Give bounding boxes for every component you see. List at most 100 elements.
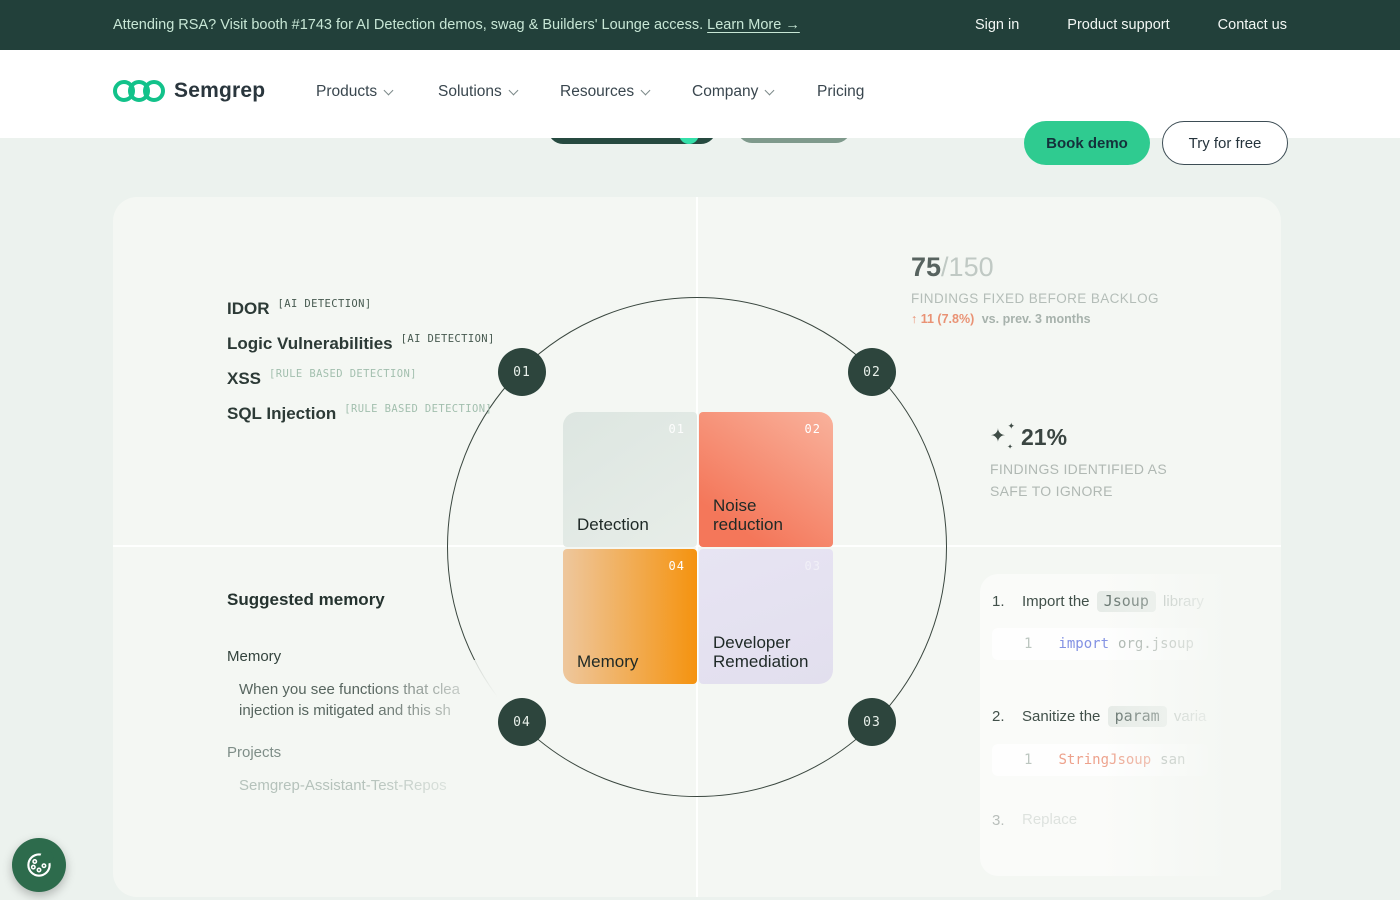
- step-number: 1.: [992, 593, 1005, 610]
- quadrant-label: Noise reduction: [713, 496, 818, 535]
- nav-item-resources[interactable]: Resources: [560, 83, 649, 101]
- quadrant-label: Detection: [577, 515, 649, 535]
- detection-tag: [RULE BASED DETECTION]: [344, 403, 492, 415]
- step-text: Import the: [1022, 593, 1090, 610]
- stat-value: 75: [911, 252, 941, 282]
- vulnerability-name: SQL Injection: [227, 404, 336, 424]
- logo-ring-icon: [143, 80, 165, 102]
- vulnerability-name: IDOR: [227, 299, 270, 319]
- step-text-faded: varia: [1174, 708, 1207, 725]
- vulnerability-row: Logic Vulnerabilities [AI DETECTION]: [227, 334, 495, 369]
- code-keyword: import: [1058, 636, 1109, 652]
- chevron-down-icon: [508, 85, 518, 95]
- stat-label: FINDINGS FIXED BEFORE BACKLOG: [911, 291, 1159, 306]
- quadrant-label: Memory: [577, 652, 638, 672]
- stat-total: /150: [941, 252, 994, 282]
- nav-item-label: Products: [316, 83, 377, 101]
- quadrant-memory: 04 Memory: [563, 549, 697, 684]
- sign-in-link[interactable]: Sign in: [975, 17, 1019, 33]
- code-line-number: 1: [1024, 752, 1032, 768]
- detection-tag: [AI DETECTION]: [401, 333, 495, 345]
- stat-value-row: 75/150: [911, 252, 1159, 283]
- main-nav: Semgrep Products Solutions Resources Com…: [0, 50, 1400, 138]
- nav-item-label: Solutions: [438, 83, 502, 101]
- vulnerability-name: XSS: [227, 369, 261, 389]
- code-token: StringJsoup: [1058, 752, 1151, 768]
- chevron-down-icon: [384, 85, 394, 95]
- delta-up-value: ↑ 11 (7.8%): [911, 312, 974, 326]
- announcement-banner: Attending RSA? Visit booth #1743 for AI …: [0, 0, 1400, 50]
- step-badge-04: 04: [498, 698, 546, 746]
- hero-cta-remnant-sage[interactable]: [737, 138, 851, 143]
- vulnerability-row: IDOR [AI DETECTION]: [227, 299, 495, 334]
- safe-label-line: FINDINGS IDENTIFIED AS: [990, 461, 1167, 477]
- nav-item-company[interactable]: Company: [692, 83, 773, 101]
- quadrant-number: 01: [669, 422, 685, 436]
- stat-delta-row: ↑ 11 (7.8%) vs. prev. 3 months: [911, 312, 1159, 326]
- memory-body: When you see functions that clea injecti…: [239, 679, 527, 721]
- sparkle-glyph: ✦: [1007, 421, 1015, 432]
- step-1-label: Import the Jsoup library: [1022, 592, 1204, 610]
- memory-label: Memory: [227, 648, 527, 665]
- step-badge-01: 01: [498, 348, 546, 396]
- step-2-label: Sanitize the param varia: [1022, 707, 1206, 725]
- contact-us-link[interactable]: Contact us: [1218, 17, 1287, 33]
- code-chip: Jsoup: [1097, 591, 1156, 612]
- step-badge-02: 02: [848, 348, 896, 396]
- banner-links: Sign in Product support Contact us: [975, 17, 1287, 33]
- code-text: san: [1160, 752, 1185, 768]
- quadrant-grid: 01 Detection 02 Noise reduction 04 Memor…: [563, 412, 833, 684]
- try-for-free-button[interactable]: Try for free: [1162, 121, 1288, 165]
- memory-body-line: injection is mitigated and this sh: [239, 700, 527, 721]
- step-3-label: Replace: [1022, 811, 1077, 828]
- hero-cta-remnant-dark[interactable]: [548, 138, 716, 144]
- sparkle-glyph: ✦: [990, 425, 1006, 448]
- findings-fixed-stat: 75/150 FINDINGS FIXED BEFORE BACKLOG ↑ 1…: [911, 252, 1159, 326]
- quadrant-detection: 01 Detection: [563, 412, 697, 547]
- detection-tag: [RULE BASED DETECTION]: [269, 368, 417, 380]
- project-name: Semgrep-Assistant-Test-Repos: [239, 777, 527, 794]
- step-number: 2.: [992, 708, 1005, 725]
- book-demo-button[interactable]: Book demo: [1024, 121, 1150, 165]
- nav-item-pricing[interactable]: Pricing: [817, 83, 864, 101]
- step-text-faded: Replace: [1022, 811, 1077, 828]
- semgrep-logo[interactable]: Semgrep: [113, 79, 265, 103]
- vulnerability-row: SQL Injection [RULE BASED DETECTION]: [227, 404, 495, 439]
- hero-cta-bar: [737, 138, 851, 143]
- quadrant-noise-reduction: 02 Noise reduction: [699, 412, 833, 547]
- step-text-faded: library: [1163, 593, 1204, 610]
- suggested-memory-heading: Suggested memory: [227, 590, 527, 610]
- cookie-settings-button[interactable]: [12, 838, 66, 892]
- detection-tag: [AI DETECTION]: [278, 298, 372, 310]
- code-block: 1 import org.jsoup: [992, 628, 1208, 660]
- quadrant-developer-remediation: 03 Developer Remediation: [699, 549, 833, 684]
- sparkle-glyph: ✦: [1007, 443, 1013, 451]
- chevron-down-icon: [641, 85, 651, 95]
- quadrant-label: Developer Remediation: [713, 633, 818, 672]
- code-line-number: 1: [1024, 636, 1032, 652]
- quadrant-number: 02: [805, 422, 821, 436]
- suggested-memory-section: Suggested memory Memory When you see fun…: [227, 590, 527, 794]
- nav-item-label: Pricing: [817, 83, 864, 101]
- chevron-down-icon: [765, 85, 775, 95]
- nav-item-label: Resources: [560, 83, 634, 101]
- projects-label: Projects: [227, 744, 527, 761]
- learn-more-link[interactable]: Learn More →: [707, 17, 800, 33]
- cookie-icon: [22, 848, 56, 882]
- nav-item-products[interactable]: Products: [316, 83, 392, 101]
- memory-body-line: When you see functions that clea: [239, 679, 527, 700]
- delta-period: vs. prev. 3 months: [982, 312, 1091, 326]
- safe-value-row: ✦ ✦ ✦ 21%: [990, 424, 1167, 451]
- step-badge-03: 03: [848, 698, 896, 746]
- nav-item-solutions[interactable]: Solutions: [438, 83, 517, 101]
- safe-label-line: SAFE TO IGNORE: [990, 483, 1167, 499]
- announcement-text: Attending RSA? Visit booth #1743 for AI …: [113, 17, 800, 33]
- safe-percentage: 21%: [1021, 424, 1067, 451]
- vulnerability-row: XSS [RULE BASED DETECTION]: [227, 369, 495, 404]
- quadrant-number: 03: [805, 559, 821, 573]
- code-chip: param: [1108, 706, 1167, 727]
- vulnerability-list: IDOR [AI DETECTION] Logic Vulnerabilitie…: [227, 299, 495, 439]
- step-number: 3.: [992, 812, 1005, 829]
- code-text: org.jsoup: [1118, 636, 1194, 652]
- product-support-link[interactable]: Product support: [1067, 17, 1169, 33]
